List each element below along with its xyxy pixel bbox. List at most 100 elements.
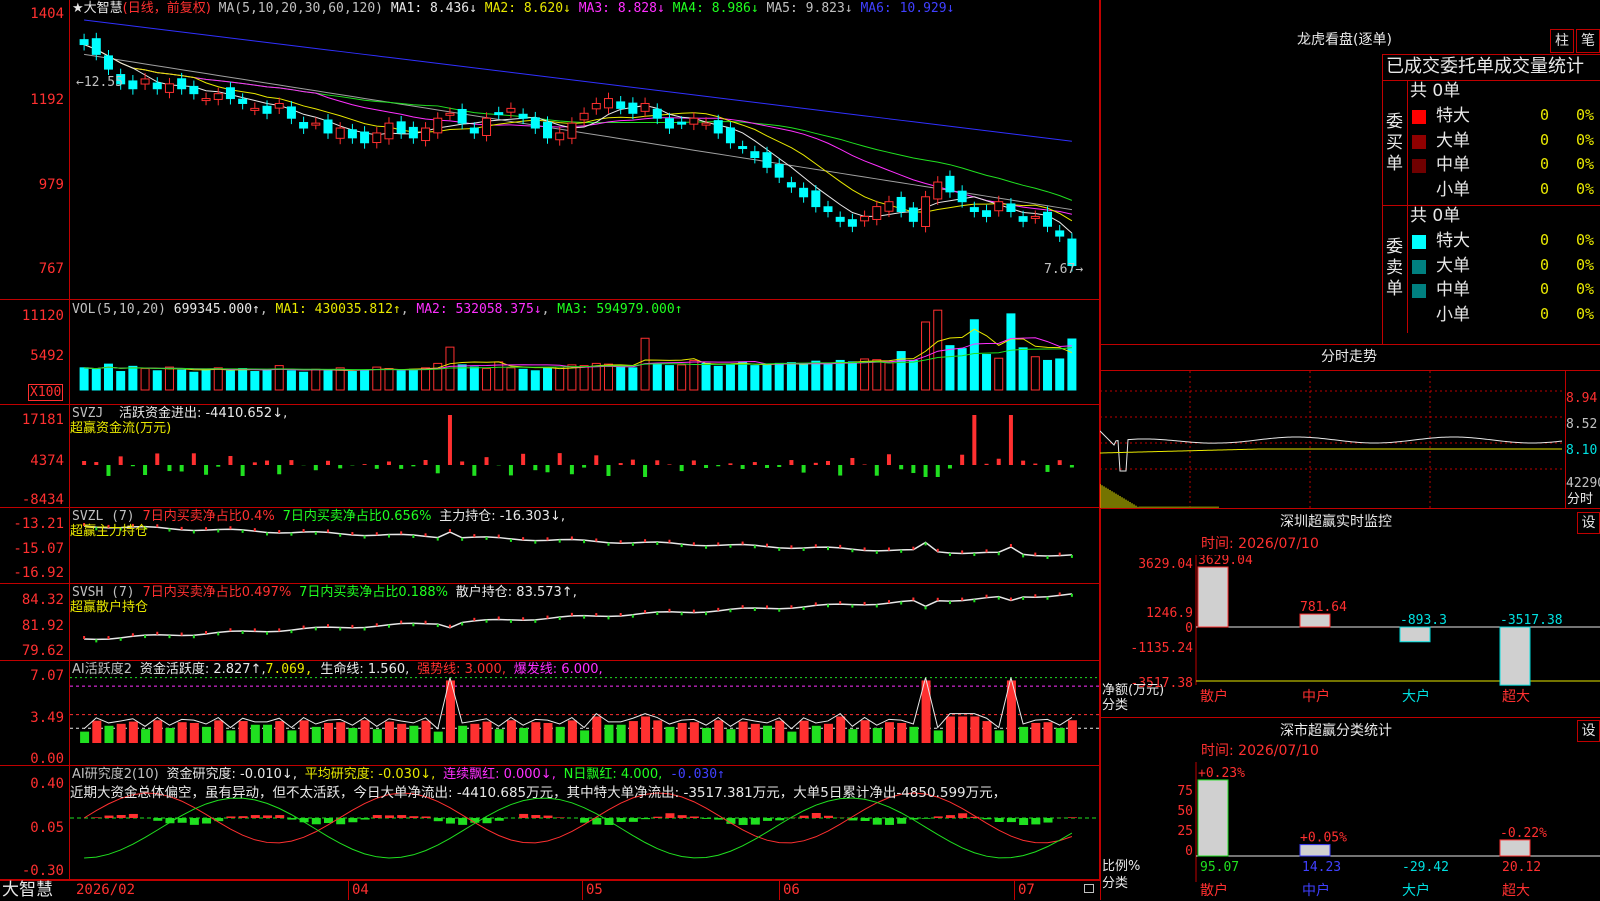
ss-bar-chart[interactable]: 7550250+0.23%95.07散户+0.05%14.23中户-29.42大…	[1100, 762, 1600, 900]
volume-bar	[885, 363, 893, 390]
svzj-bar	[655, 460, 659, 465]
bar-mode-button[interactable]: 柱	[1550, 29, 1574, 53]
candle-body	[324, 120, 332, 133]
ai1-header: AI活跃度2 资金活跃度: 2.827↑,7.069, 生命线: 1.560, …	[72, 662, 603, 678]
candle-body	[568, 123, 576, 138]
candle-body	[787, 183, 795, 187]
candle-body	[251, 108, 259, 110]
ai2-bar	[104, 816, 113, 818]
svzj-bar	[704, 465, 708, 468]
ma2-value: MA2: 8.620↓	[485, 1, 571, 16]
candle-body	[397, 122, 405, 133]
vol-ma2: MA2: 532058.375↓	[416, 302, 541, 317]
main-header: ★大智慧(日线，前复权) MA(5,10,20,30,60,120) MA1: …	[72, 1, 954, 17]
ai2-bar	[873, 818, 882, 825]
date-tick-1: 04	[352, 883, 369, 898]
svzl-t3: 主力持仓: -16.303↓,	[439, 509, 565, 524]
sz-settings-button[interactable]: 设	[1577, 512, 1600, 534]
ai1-bar	[202, 727, 211, 743]
ai2-bar	[617, 818, 626, 822]
svzj-bar	[509, 465, 513, 475]
ai2-bar	[946, 815, 955, 818]
svzj-bar	[167, 465, 171, 471]
svzj-bar	[131, 465, 135, 466]
ai2-bar	[531, 815, 540, 818]
lock-icon[interactable]	[1084, 884, 1094, 893]
svsh-header: SVSH (7) 7日内买卖净占比0.497% 7日内买卖净占比0.188% 散…	[72, 585, 577, 601]
ai2-bar	[422, 816, 431, 818]
ss-settings-button[interactable]: 设	[1577, 720, 1600, 742]
ma3-line	[84, 45, 1072, 215]
svzj-bar	[765, 465, 769, 468]
sz-y-label: 3629.04	[1138, 557, 1193, 572]
svzj-bar	[448, 415, 452, 465]
candle-body	[690, 118, 698, 124]
tick-mode-button[interactable]: 笔	[1576, 29, 1600, 53]
buy-row-vol: 0	[1540, 133, 1549, 148]
svzj-bar	[411, 465, 415, 466]
candle-body	[519, 114, 527, 118]
period-label[interactable]: (日线，前复权)	[123, 1, 211, 16]
ai1-bar	[470, 724, 479, 743]
ss-bar-bottom: 14.23	[1302, 860, 1341, 875]
sz-bar-chart[interactable]: 3629.041246.90-1135.24-3517.383629.04散户7…	[1100, 555, 1600, 705]
ai2-t2: 平均研究度: -0.030↓,	[305, 767, 435, 782]
sell-row-vol: 0	[1540, 307, 1549, 322]
ai2-bar	[922, 818, 931, 819]
vol-unit-badge[interactable]: X100	[28, 384, 63, 401]
ai1-bar	[885, 722, 894, 743]
svzj-bar	[375, 465, 379, 469]
candle-body	[922, 197, 930, 227]
candlestick-chart[interactable]	[70, 0, 1099, 299]
ss-y-label: 0	[1185, 844, 1193, 859]
ai2-bar	[690, 817, 699, 818]
ai1-bar	[580, 730, 589, 743]
ai2-desc: 近期大资金总体偏空，虽有异动，但不太活跃，今日大单净流出: -4410.685万…	[70, 786, 1006, 801]
candle-body	[617, 102, 625, 109]
ai1-bar	[361, 720, 370, 743]
candle-body	[446, 113, 454, 115]
svzj-bar	[143, 465, 147, 475]
candle-body	[946, 176, 954, 192]
candle-body	[92, 39, 100, 55]
ma6-value: MA6: 10.929↓	[860, 1, 954, 16]
candle-body	[263, 106, 271, 113]
ma5-line	[84, 54, 1072, 209]
vol-header: VOL(5,10,20) 699345.000↑, MA1: 430035.81…	[72, 302, 683, 318]
ai1-bar	[787, 732, 796, 743]
candle-body	[153, 83, 161, 89]
candle-body	[300, 123, 308, 129]
ai2-bar	[373, 815, 382, 818]
ai2-bar	[861, 818, 870, 821]
svzj-bar	[399, 465, 403, 469]
volume-bar	[202, 369, 210, 390]
svzj-bar	[253, 462, 257, 465]
svzj-bar	[619, 463, 623, 465]
candle-body	[348, 130, 356, 138]
svzj-bar	[228, 456, 232, 465]
svzj-bar	[119, 456, 123, 465]
svzj-value: 活跃资金进出: -4410.652↓,	[119, 406, 287, 421]
svzj-bar	[924, 465, 928, 477]
candle-body	[178, 79, 186, 89]
volume-bar	[787, 363, 795, 390]
ai2-bar	[239, 816, 248, 818]
ai2-bar	[361, 818, 370, 820]
ai1-bar	[665, 727, 674, 743]
svzj-bar	[485, 457, 489, 465]
sz-y-label: 1246.9	[1146, 606, 1193, 621]
y-tick-svzj-1: 4374	[0, 453, 64, 469]
sz-bar-value: -893.3	[1400, 613, 1447, 628]
candle-body	[373, 133, 381, 143]
svzj-header: SVZJ 活跃资金进出: -4410.652↓,	[72, 406, 287, 422]
volume-bar	[361, 370, 369, 390]
fenshi-title[interactable]: 分时走势	[1321, 350, 1377, 365]
buy-row-pct: 0%	[1576, 108, 1594, 123]
fenshi-chart[interactable]	[1100, 371, 1565, 508]
ss-unit2: 分类	[1102, 876, 1128, 891]
candle-body	[336, 128, 344, 138]
ai1-bar	[922, 680, 931, 743]
volume-bar	[483, 369, 491, 390]
ss-y-label: 75	[1177, 784, 1193, 799]
ai1-bar	[214, 720, 223, 743]
